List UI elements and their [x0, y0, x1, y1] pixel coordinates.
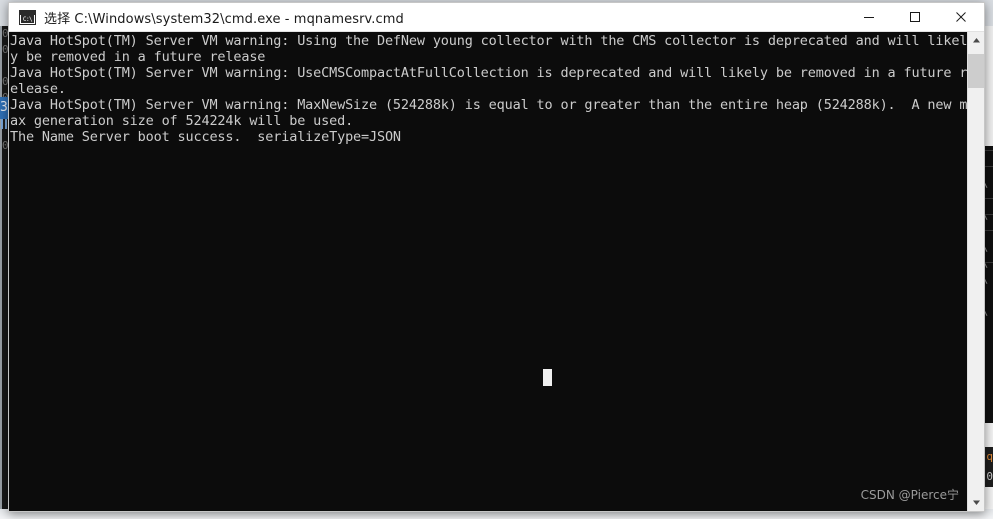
console-output-area[interactable]: Java HotSpot(TM) Server VM warning: Usin…: [9, 32, 967, 511]
cmd-console-window[interactable]: C:\ 选择 C:\Windows\system32\cmd.exe - mqn…: [8, 2, 985, 512]
console-cursor: [543, 369, 552, 386]
window-titlebar[interactable]: C:\ 选择 C:\Windows\system32\cmd.exe - mqn…: [9, 3, 984, 32]
watermark-text: CSDN @Pierce宁: [860, 488, 959, 502]
cmd-icon-glyph: C:\: [21, 14, 34, 23]
scrollbar-thumb[interactable]: [968, 54, 984, 88]
scrollbar-down-arrow-icon[interactable]: [968, 494, 984, 511]
cmd-icon: C:\: [19, 9, 36, 25]
window-controls: [846, 3, 984, 31]
maximize-button[interactable]: [892, 3, 938, 31]
close-button[interactable]: [938, 3, 984, 31]
window-title: 选择 C:\Windows\system32\cmd.exe - mqnames…: [44, 11, 404, 27]
scrollbar-up-arrow-icon[interactable]: [968, 32, 984, 49]
console-output-text: Java HotSpot(TM) Server VM warning: Usin…: [10, 33, 967, 145]
minimize-button[interactable]: [846, 3, 892, 31]
console-scrollbar[interactable]: [967, 32, 984, 511]
scrollbar-track[interactable]: [968, 49, 984, 494]
